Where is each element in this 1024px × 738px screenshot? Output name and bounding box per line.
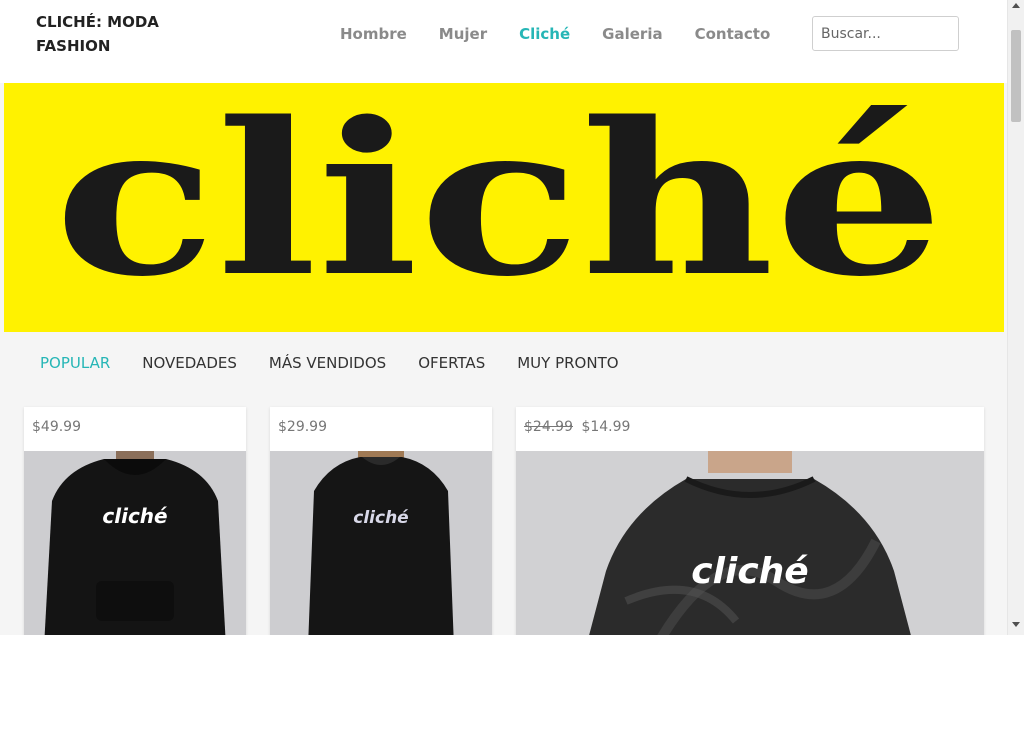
banner-logo-text: cliché — [54, 83, 944, 323]
product-card[interactable]: $49.99 cliché — [24, 407, 246, 635]
site-header: CLICHÉ: MODA FASHION Hombre Mujer Cliché… — [0, 0, 1007, 83]
nav-item-cliche[interactable]: Cliché — [519, 22, 570, 46]
search-input[interactable] — [812, 16, 959, 51]
tab-novedades[interactable]: NOVEDADES — [142, 352, 237, 374]
tab-muy-pronto[interactable]: MUY PRONTO — [517, 352, 618, 374]
nav-item-galeria[interactable]: Galeria — [602, 22, 662, 46]
nav-item-mujer[interactable]: Mujer — [439, 22, 487, 46]
cliche-logo-image: cliché — [54, 83, 944, 323]
tab-popular[interactable]: POPULAR — [40, 352, 110, 374]
product-price-row: $49.99 — [32, 419, 81, 435]
sweatshirt-image: cliché — [270, 451, 492, 635]
scroll-down-arrow-icon[interactable] — [1012, 622, 1020, 627]
product-price: $29.99 — [278, 419, 327, 435]
product-price: $49.99 — [32, 419, 81, 435]
product-print-text: cliché — [353, 508, 409, 528]
hero-banner: cliché — [4, 83, 1004, 332]
brand-line-1: CLICHÉ: MODA — [36, 13, 159, 31]
product-price-row: $29.99 — [278, 419, 327, 435]
nav-item-contacto[interactable]: Contacto — [695, 22, 771, 46]
product-tabs: POPULAR NOVEDADES MÁS VENDIDOS OFERTAS M… — [40, 352, 651, 374]
product-price-row: $24.99 $14.99 — [524, 419, 630, 435]
vertical-scrollbar[interactable] — [1007, 0, 1024, 635]
tab-mas-vendidos[interactable]: MÁS VENDIDOS — [269, 352, 386, 374]
brand-line-2: FASHION — [36, 37, 111, 55]
product-print-text: cliché — [102, 504, 167, 528]
product-card[interactable]: $29.99 cliché — [270, 407, 492, 635]
product-old-price: $24.99 — [524, 419, 573, 435]
product-price: $14.99 — [581, 419, 631, 435]
main-nav: Hombre Mujer Cliché Galeria Contacto — [340, 22, 802, 46]
page-viewport: CLICHÉ: MODA FASHION Hombre Mujer Cliché… — [0, 0, 1024, 635]
blank-area — [0, 635, 1024, 738]
product-image[interactable]: cliché — [24, 451, 246, 635]
hoodie-image: cliché — [24, 451, 246, 635]
scrollbar-thumb[interactable] — [1011, 30, 1021, 122]
scroll-up-arrow-icon[interactable] — [1012, 3, 1020, 8]
site-brand[interactable]: CLICHÉ: MODA FASHION — [36, 10, 196, 58]
nav-item-hombre[interactable]: Hombre — [340, 22, 407, 46]
product-image[interactable]: cliché — [516, 451, 984, 635]
product-image[interactable]: cliché — [270, 451, 492, 635]
product-print-text: cliché — [691, 551, 808, 592]
product-card[interactable]: $24.99 $14.99 cliché — [516, 407, 984, 635]
tab-ofertas[interactable]: OFERTAS — [418, 352, 485, 374]
tshirt-image: cliché — [516, 451, 984, 635]
